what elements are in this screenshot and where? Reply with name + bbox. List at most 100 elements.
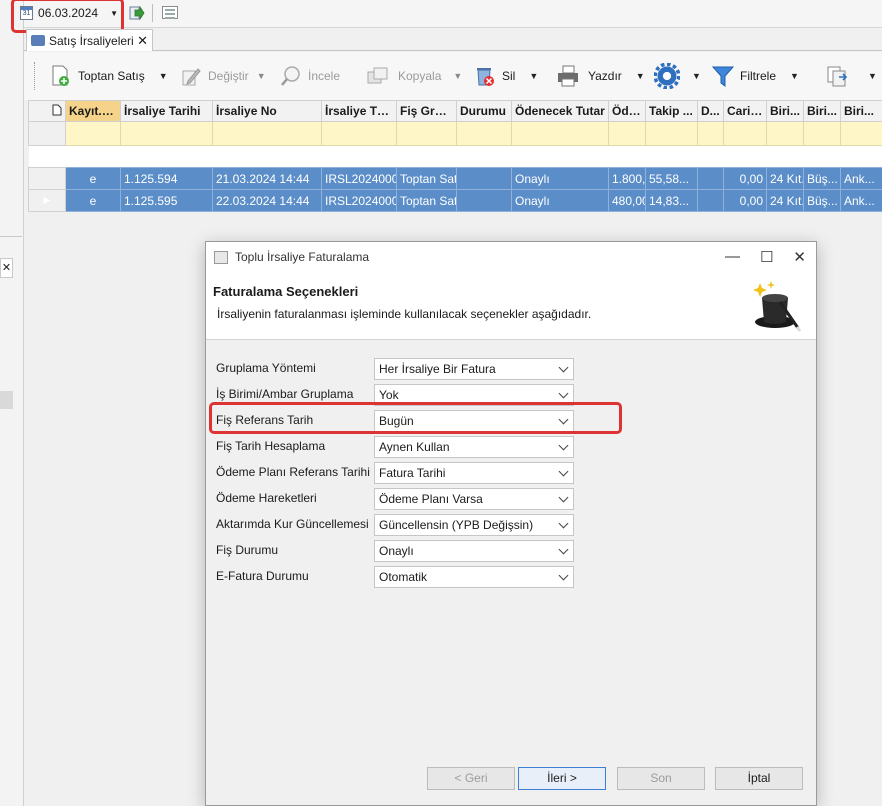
chevron-down-icon: [558, 492, 569, 503]
maximize-icon[interactable]: ☐: [760, 248, 773, 266]
filter-cell[interactable]: [723, 121, 767, 146]
filter-cell[interactable]: [212, 121, 322, 146]
chevron-down-icon[interactable]: ▼: [692, 71, 701, 81]
filter-cell[interactable]: [608, 121, 646, 146]
tab-bar: Satış İrsaliyeleri ✕: [24, 29, 882, 51]
filter-cell[interactable]: [511, 121, 609, 146]
finish-button[interactable]: Son: [617, 767, 705, 790]
yazdir-label: Yazdır: [588, 69, 622, 83]
list-view-icon[interactable]: [162, 6, 178, 19]
settings-button[interactable]: ▼: [654, 63, 701, 89]
sil-button[interactable]: Sil ▼: [474, 64, 538, 88]
tab-satis-irsaliyeleri[interactable]: Satış İrsaliyeleri ✕: [26, 29, 153, 51]
filter-cell[interactable]: [803, 121, 841, 146]
gruplama-yontemi-select[interactable]: Her İrsaliye Bir Fatura: [374, 358, 574, 380]
toptan-satis-button[interactable]: Toptan Satış ▼: [50, 64, 168, 88]
grid-header-kayit[interactable]: Kayıt... ^: [65, 100, 121, 122]
grid-header-irsaliye-turu[interactable]: İrsaliye Türü: [321, 100, 397, 122]
minimize-icon[interactable]: —: [725, 248, 740, 266]
filter-cell[interactable]: [65, 121, 121, 146]
grid-header-cari[interactable]: Cari ...: [723, 100, 767, 122]
grid-header-document-icon[interactable]: [28, 100, 66, 122]
chevron-down-icon[interactable]: ▼: [257, 71, 266, 81]
chevron-down-icon: [558, 570, 569, 581]
irsaliye-grid: Kayıt... ^ İrsaliye Tarihi İrsaliye No İ…: [28, 100, 882, 212]
grid-header-ode[interactable]: Öde...: [608, 100, 646, 122]
filter-cell[interactable]: [396, 121, 457, 146]
grid-header-odenecek-tutar[interactable]: Ödenecek Tutar: [511, 100, 609, 122]
export-button[interactable]: ▼: [822, 64, 877, 88]
close-icon[interactable]: ✕: [793, 248, 806, 266]
chevron-down-icon[interactable]: ▼: [159, 71, 168, 81]
chevron-down-icon[interactable]: ▼: [529, 71, 538, 81]
next-button[interactable]: İleri >: [518, 767, 606, 790]
chevron-down-icon: [558, 362, 569, 373]
filtrele-button[interactable]: Filtrele ▼: [712, 64, 799, 88]
dialog-title: Toplu İrsaliye Faturalama: [235, 250, 370, 264]
filter-cell[interactable]: [697, 121, 724, 146]
degistir-button[interactable]: Değiştir ▼: [180, 64, 266, 88]
grid-header-takip[interactable]: Takip ...: [645, 100, 698, 122]
cell-odenecek-tutar: 1.800,00: [608, 167, 646, 190]
aktarimda-kur-guncellemesi-select[interactable]: Güncellensin (YPB Değişsin): [374, 514, 574, 536]
chevron-down-icon: [558, 466, 569, 477]
left-panel-scroll-thumb[interactable]: [0, 391, 13, 409]
filter-cell[interactable]: [840, 121, 882, 146]
grid-header-fis-grubu[interactable]: Fiş Grubu: [396, 100, 457, 122]
printer-icon: [558, 65, 578, 87]
cell-fis-grubu: [456, 167, 512, 190]
table-row[interactable]: e 1.125.594 21.03.2024 14:44 IRSL2024000…: [28, 167, 882, 190]
incele-button[interactable]: İncele: [280, 64, 340, 88]
grid-header-d[interactable]: D...: [697, 100, 724, 122]
filtrele-label: Filtrele: [740, 69, 777, 83]
grid-header-irsaliye-no[interactable]: İrsaliye No: [212, 100, 322, 122]
row-indicator[interactable]: ▶: [28, 189, 66, 212]
yazdir-button[interactable]: Yazdır ▼: [554, 64, 645, 88]
filter-cell[interactable]: [456, 121, 512, 146]
filter-cell[interactable]: [321, 121, 397, 146]
chevron-down-icon[interactable]: ▼: [868, 71, 877, 81]
fis-tarih-hesaplama-select[interactable]: Aynen Kullan: [374, 436, 574, 458]
grid-filter-row[interactable]: [28, 121, 882, 146]
fis-durumu-select[interactable]: Onaylı: [374, 540, 574, 562]
grid-header-biri-3[interactable]: Biri...: [840, 100, 882, 122]
chevron-down-icon: [558, 388, 569, 399]
option-label: Aktarımda Kur Güncellemesi: [216, 517, 369, 531]
cell-biri-1: Büş...: [803, 167, 841, 190]
odeme-plani-referans-tarihi-select[interactable]: Fatura Tarihi: [374, 462, 574, 484]
chevron-down-icon[interactable]: ▼: [790, 71, 799, 81]
filter-cell[interactable]: [766, 121, 804, 146]
toplu-irsaliye-faturalama-dialog: Toplu İrsaliye Faturalama — ☐ ✕ Faturala…: [205, 241, 817, 806]
go-arrow-icon[interactable]: [129, 5, 145, 21]
grid-header-biri-1[interactable]: Biri...: [766, 100, 804, 122]
cell-fis-grubu: [456, 189, 512, 212]
kopyala-button[interactable]: Kopyala ▼: [362, 64, 462, 88]
row-indicator[interactable]: [28, 167, 66, 190]
table-row[interactable]: ▶ e 1.125.595 22.03.2024 14:44 IRSL20240…: [28, 189, 882, 212]
truck-icon: [31, 35, 45, 46]
spacer-cell: [28, 145, 882, 168]
grid-header-biri-2[interactable]: Biri...: [803, 100, 841, 122]
toolbar-grip[interactable]: [34, 62, 37, 90]
kopyala-label: Kopyala: [398, 69, 442, 83]
grid-header-durumu[interactable]: Durumu: [456, 100, 512, 122]
chevron-down-icon[interactable]: ▼: [636, 71, 645, 81]
odeme-hareketleri-select[interactable]: Ödeme Planı Varsa: [374, 488, 574, 510]
left-panel-close-icon[interactable]: ✕: [0, 258, 13, 278]
e-fatura-durumu-select[interactable]: Otomatik: [374, 566, 574, 588]
row-type-cell: e: [65, 167, 121, 190]
cancel-button[interactable]: İptal: [715, 767, 803, 790]
chevron-down-icon[interactable]: ▼: [453, 71, 462, 81]
filter-cell[interactable]: [120, 121, 213, 146]
cell-cari: 24 Kıt...: [766, 167, 804, 190]
option-label: Fiş Durumu: [216, 543, 279, 557]
filter-cell[interactable]: [28, 121, 66, 146]
tab-close-icon[interactable]: ✕: [137, 33, 148, 49]
dialog-title-bar[interactable]: Toplu İrsaliye Faturalama — ☐ ✕: [206, 242, 816, 272]
back-button[interactable]: < Geri: [427, 767, 515, 790]
filter-cell[interactable]: [645, 121, 698, 146]
option-label: E-Fatura Durumu: [216, 569, 309, 583]
dialog-button-bar: < Geri İleri > Son İptal: [206, 767, 816, 791]
magic-hat-icon: [753, 281, 802, 332]
grid-header-irsaliye-tarihi[interactable]: İrsaliye Tarihi: [120, 100, 213, 122]
